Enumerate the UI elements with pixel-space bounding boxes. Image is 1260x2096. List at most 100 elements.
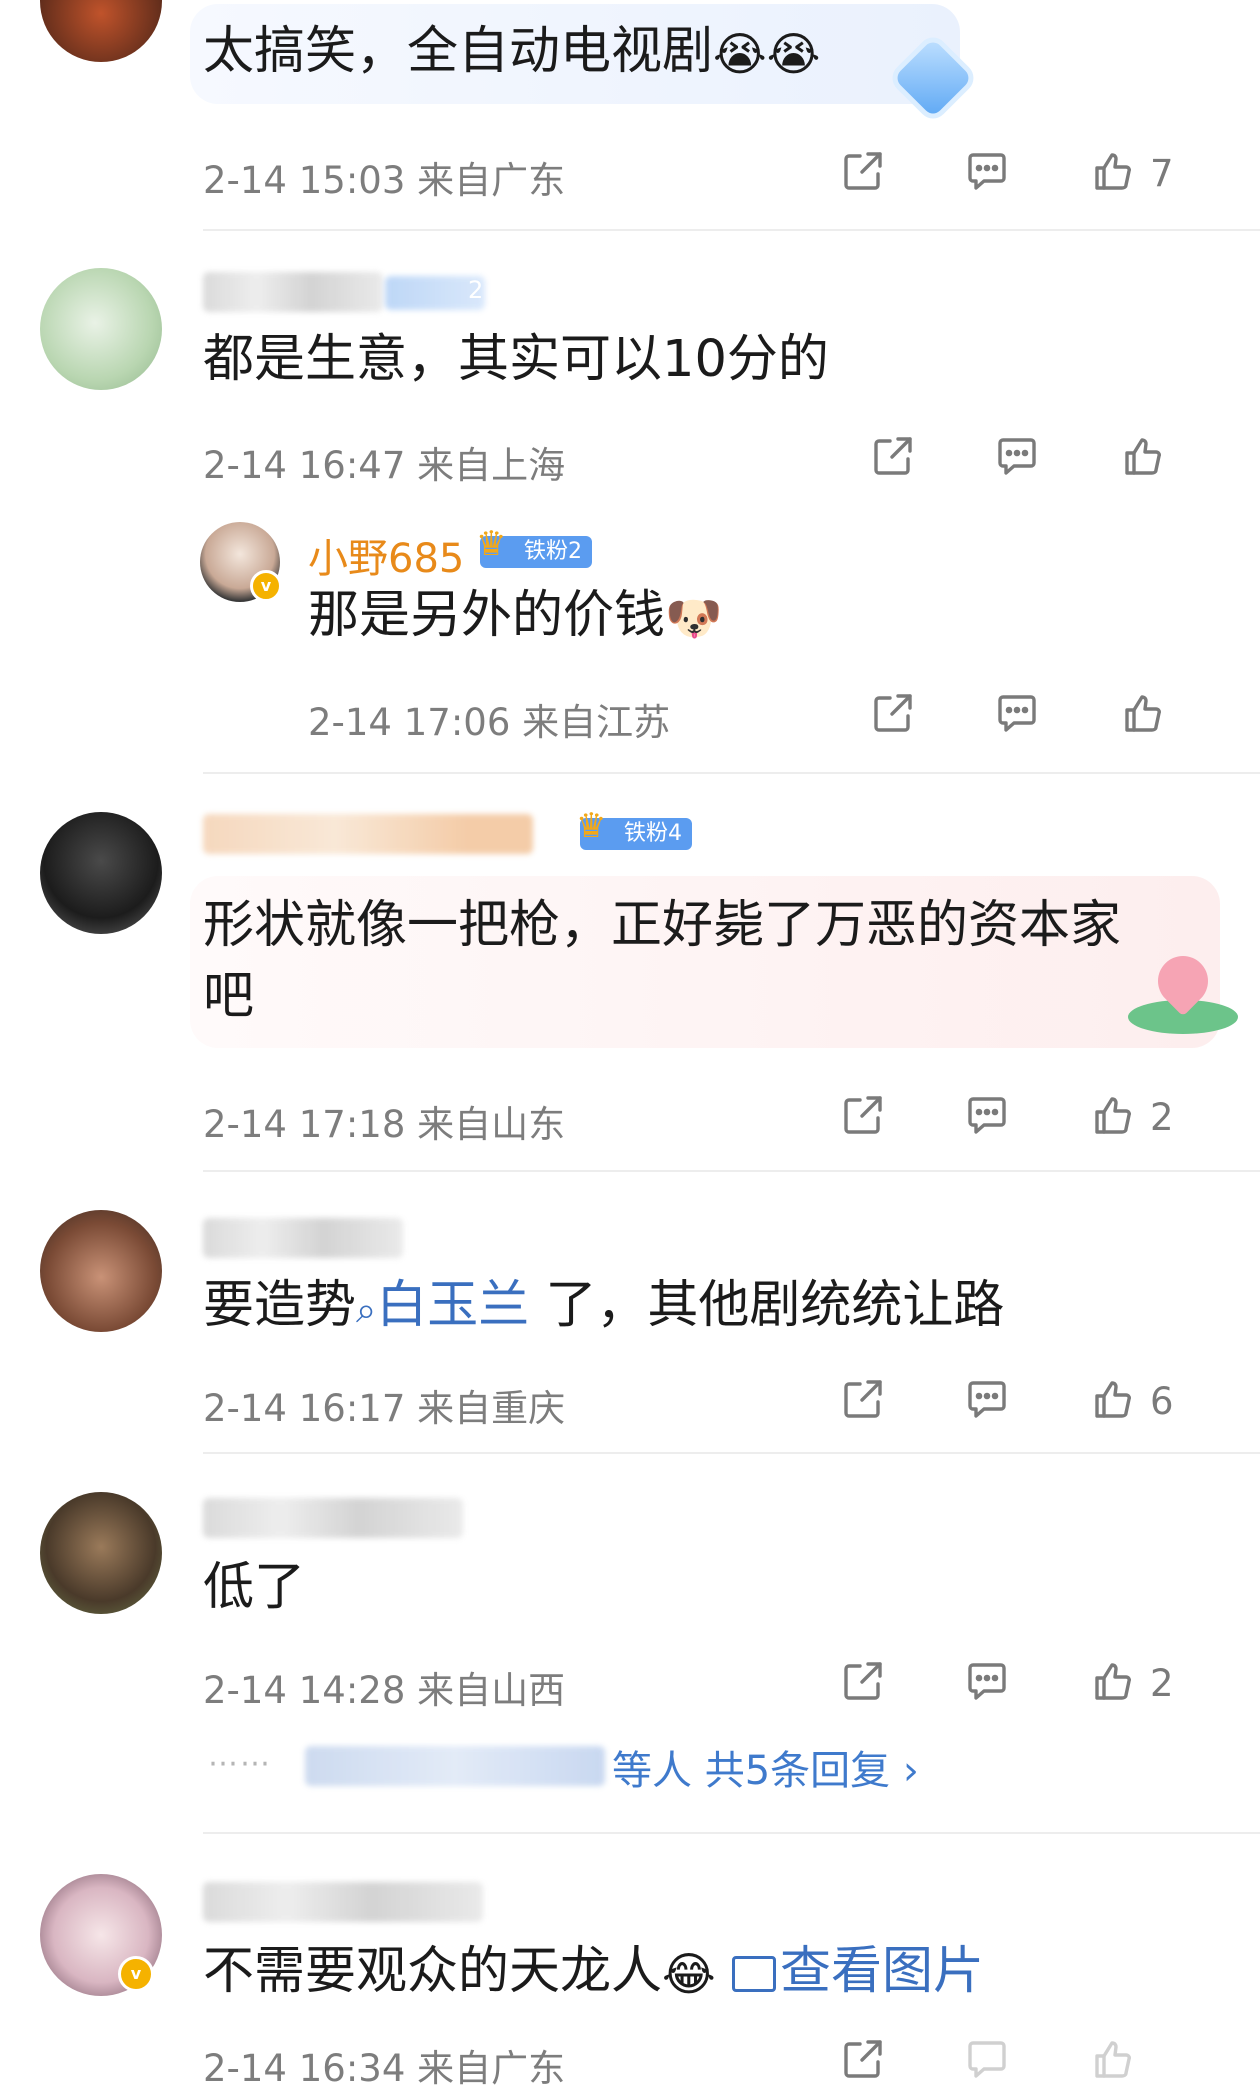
comment-2: 2 都是生意，其实可以10分的 2-14 16:47 来自上海 v 小野685 … xyxy=(0,232,1260,772)
reply-location: 来自江苏 xyxy=(522,701,671,744)
reply-button[interactable] xyxy=(964,1092,1010,1152)
reply-button[interactable] xyxy=(994,433,1040,493)
more-replies-row[interactable]: ⋯⋯ 等人 共5条回复 › xyxy=(0,1736,1260,1796)
blurred-username xyxy=(203,1218,403,1258)
more-replies-link[interactable]: 等人 共5条回复 › xyxy=(612,1738,919,1796)
thumbs-up-icon xyxy=(1095,1097,1131,1134)
comment-date: 2-14 16:34 xyxy=(203,2047,406,2090)
comment-location: 来自山东 xyxy=(417,1103,566,1146)
user-avatar[interactable] xyxy=(40,1210,162,1332)
comment-date: 2-14 14:28 xyxy=(203,1669,406,1712)
reply-button[interactable] xyxy=(964,2036,1010,2096)
comment-5: 低了 2-14 14:28 来自山西 2 ⋯⋯ 等人 共5条回复 › xyxy=(0,1456,1260,1828)
like-button[interactable] xyxy=(1090,1376,1136,1436)
share-icon xyxy=(844,1380,882,1418)
comment-meta: 2-14 16:17 来自重庆 xyxy=(203,1378,565,1432)
share-button[interactable] xyxy=(870,690,916,750)
comment-icon xyxy=(968,153,1006,190)
fan-badge: ♛ 铁粉4 xyxy=(576,809,692,850)
like-button[interactable] xyxy=(1090,1092,1136,1152)
comment-text: 不需要观众的天龙人😂 查看图片 xyxy=(203,1936,984,2010)
share-button[interactable] xyxy=(840,1092,886,1152)
comment-meta: 2-14 14:28 来自山西 xyxy=(203,1660,565,1714)
like-button[interactable] xyxy=(1090,1658,1136,1718)
reply-button[interactable] xyxy=(964,1376,1010,1436)
like-count: 7 xyxy=(1150,152,1174,195)
view-image-link[interactable]: 查看图片 xyxy=(731,1942,984,2001)
nested-reply: v 小野685 ♛ 铁粉2 那是另外的价钱🐶 2-14 17:06 来自江苏 xyxy=(0,522,1260,752)
comment-text: 要造势⌕白玉兰 了，其他剧统统让路 xyxy=(203,1276,1005,1335)
user-avatar[interactable] xyxy=(40,0,162,62)
comment-6: v 不需要观众的天龙人😂 查看图片 2-14 16:34 来自广东 xyxy=(0,1836,1260,2090)
reply-button[interactable] xyxy=(964,148,1010,208)
blurred-username xyxy=(203,1498,463,1538)
comment-4: 要造势⌕白玉兰 了，其他剧统统让路 2-14 16:17 来自重庆 6 xyxy=(0,1174,1260,1452)
share-icon xyxy=(844,1096,882,1134)
search-icon: ⌕ xyxy=(356,1290,377,1331)
like-button[interactable] xyxy=(1120,433,1166,493)
reply-button[interactable] xyxy=(964,1658,1010,1718)
comment-location: 来自广东 xyxy=(417,159,566,202)
reply-meta: 2-14 17:06 来自江苏 xyxy=(308,692,670,746)
comment-location: 来自广东 xyxy=(417,2047,566,2090)
like-button[interactable] xyxy=(1090,148,1136,208)
reply-button[interactable] xyxy=(994,690,1040,750)
comment-icon xyxy=(998,695,1036,732)
comment-icon xyxy=(968,2041,1006,2078)
fan-badge: ♛ 铁粉2 xyxy=(476,527,592,568)
thumbs-up-icon xyxy=(1125,438,1161,475)
thumbs-up-icon xyxy=(1095,153,1131,190)
thumbs-up-icon xyxy=(1095,1381,1131,1418)
comment-text-line2: 吧 xyxy=(203,967,255,1026)
comment-text: 都是生意，其实可以10分的 xyxy=(203,330,829,389)
dotted-leader: ⋯⋯ xyxy=(208,1746,272,1781)
reply-actions xyxy=(870,690,1260,750)
image-icon xyxy=(731,1956,776,1992)
comment-location: 来自重庆 xyxy=(417,1387,566,1430)
blurred-reply-users xyxy=(305,1746,605,1786)
like-button[interactable] xyxy=(1090,2036,1136,2096)
comment-actions xyxy=(840,2036,1260,2096)
comment-date: 2-14 16:47 xyxy=(203,444,406,487)
comment-actions: 7 xyxy=(840,148,1260,208)
share-button[interactable] xyxy=(840,1658,886,1718)
divider xyxy=(203,229,1260,231)
user-avatar[interactable] xyxy=(40,1492,162,1614)
divider xyxy=(203,1832,1260,1834)
fan-badge-label: 铁粉2 xyxy=(524,539,582,564)
comment-actions xyxy=(870,433,1260,493)
like-button[interactable] xyxy=(1120,690,1166,750)
divider xyxy=(203,1452,1260,1454)
share-icon xyxy=(844,1662,882,1700)
comment-meta: 2-14 16:34 来自广东 xyxy=(203,2038,565,2092)
divider xyxy=(203,1170,1260,1172)
thumbs-up-icon xyxy=(1095,2041,1131,2078)
share-button[interactable] xyxy=(840,148,886,208)
share-button[interactable] xyxy=(870,433,916,493)
comment-date: 2-14 17:18 xyxy=(203,1103,406,1146)
divider xyxy=(203,772,1260,774)
fan-badge-label: 铁粉4 xyxy=(624,821,682,846)
comment-1: 太搞笑，全自动电视剧😭😭 2-14 15:03 来自广东 7 xyxy=(0,0,1260,230)
comment-actions: 6 xyxy=(840,1376,1260,1436)
like-count: 2 xyxy=(1150,1662,1174,1705)
comment-actions: 2 xyxy=(840,1658,1260,1718)
crying-emoji: 😭😭 xyxy=(713,27,821,81)
user-avatar[interactable] xyxy=(40,812,162,934)
lotus-decoration-icon xyxy=(1128,945,1238,1036)
comment-3: ♛ 铁粉4 形状就像一把枪，正好毙了万恶的资本家 吧 2-14 17:18 来自… xyxy=(0,776,1260,1168)
like-count: 6 xyxy=(1150,1380,1174,1423)
comment-location: 来自上海 xyxy=(417,444,566,487)
share-button[interactable] xyxy=(840,2036,886,2096)
user-avatar[interactable] xyxy=(40,268,162,390)
blurred-username xyxy=(203,1882,483,1922)
comment-icon xyxy=(968,1381,1006,1418)
comment-icon xyxy=(998,438,1036,475)
topic-link[interactable]: ⌕白玉兰 xyxy=(356,1276,529,1335)
comment-icon xyxy=(968,1663,1006,1700)
share-button[interactable] xyxy=(840,1376,886,1436)
blurred-username xyxy=(203,272,383,312)
reply-username[interactable]: 小野685 xyxy=(308,526,464,584)
doge-emoji: 🐶 xyxy=(665,591,723,645)
thumbs-up-icon xyxy=(1095,1663,1131,1700)
